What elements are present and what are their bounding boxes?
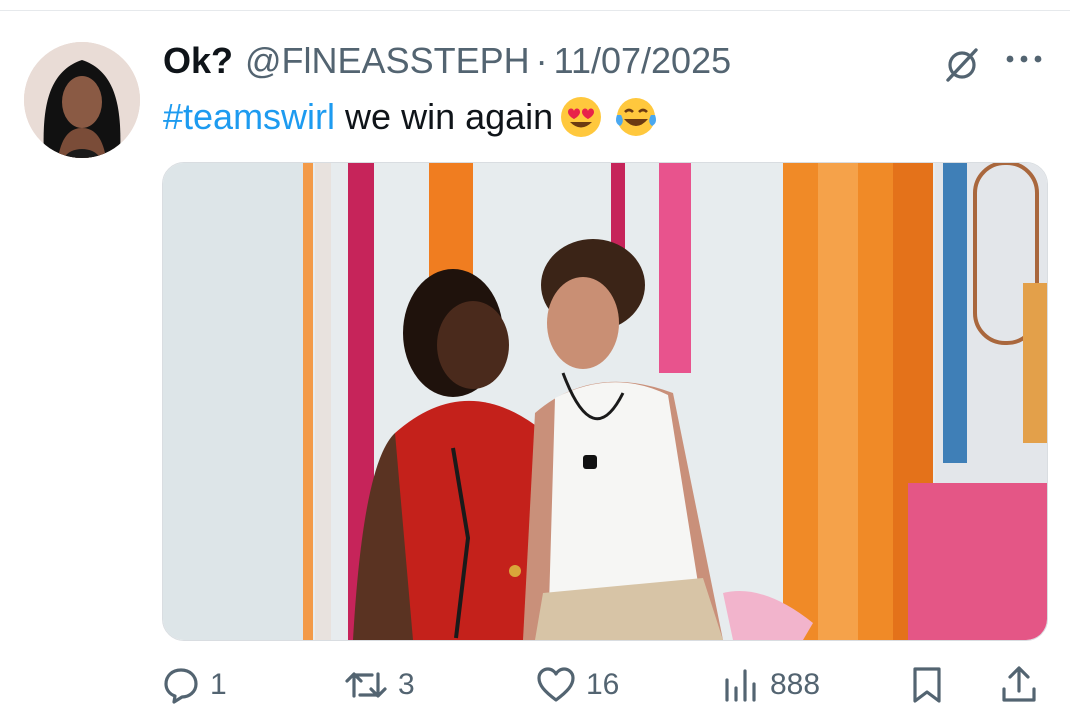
reply-icon bbox=[162, 666, 200, 704]
views-button[interactable]: 888 bbox=[722, 660, 820, 710]
top-divider bbox=[0, 10, 1070, 11]
heart-eyes-emoji-icon bbox=[559, 95, 603, 139]
repost-icon bbox=[344, 666, 388, 704]
like-icon bbox=[536, 666, 576, 704]
avatar[interactable] bbox=[24, 42, 140, 158]
tweet-header: Ok? @FlNEASSTEPH · 11/07/2025 bbox=[163, 40, 731, 84]
share-icon bbox=[1000, 665, 1038, 705]
display-name[interactable]: Ok? bbox=[163, 40, 233, 82]
more-icon[interactable] bbox=[1004, 52, 1044, 66]
user-handle[interactable]: @FlNEASSTEPH bbox=[245, 40, 530, 82]
bookmark-button[interactable] bbox=[910, 660, 944, 710]
action-bar: 1 3 16 888 bbox=[162, 660, 1046, 710]
views-count: 888 bbox=[770, 668, 821, 701]
tweet-text: #teamswirl we win again bbox=[163, 92, 659, 142]
share-button[interactable] bbox=[1000, 660, 1038, 710]
hashtag-link[interactable]: #teamswirl bbox=[163, 96, 335, 138]
tweet-date[interactable]: 11/07/2025 bbox=[554, 40, 732, 82]
repost-count: 3 bbox=[398, 668, 415, 701]
grok-icon[interactable] bbox=[942, 44, 982, 84]
like-button[interactable]: 16 bbox=[536, 660, 619, 710]
reply-button[interactable]: 1 bbox=[162, 660, 227, 710]
separator-dot: · bbox=[535, 40, 548, 81]
reply-count: 1 bbox=[210, 668, 227, 701]
repost-button[interactable]: 3 bbox=[344, 660, 415, 710]
tweet-media-image[interactable] bbox=[162, 162, 1048, 641]
tears-of-joy-emoji-icon bbox=[613, 95, 659, 139]
bookmark-icon bbox=[910, 666, 944, 704]
tweet-body: we win again bbox=[345, 96, 554, 137]
like-count: 16 bbox=[586, 668, 620, 701]
views-icon bbox=[722, 666, 760, 704]
